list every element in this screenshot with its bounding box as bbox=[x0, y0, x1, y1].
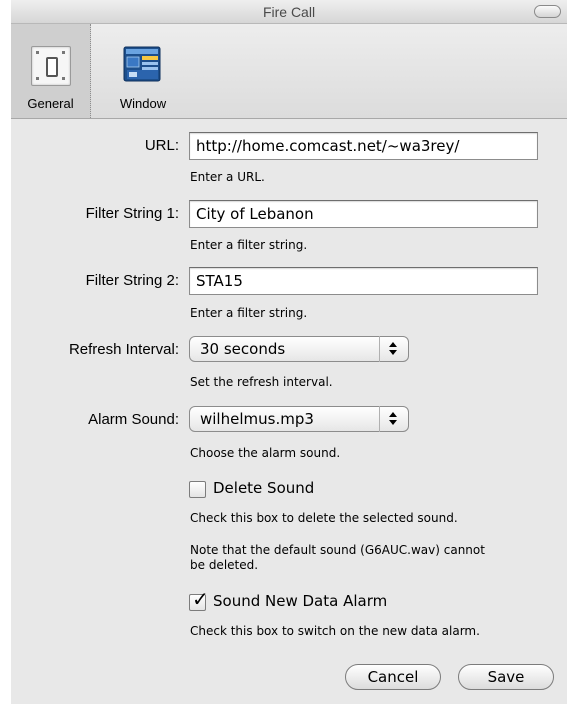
filter-string-2-hint: Enter a filter string. bbox=[190, 306, 308, 320]
url-field[interactable]: http://home.comcast.net/~wa3rey/ bbox=[189, 132, 538, 160]
save-button[interactable]: Save bbox=[458, 664, 554, 690]
popup-arrows-icon bbox=[379, 406, 408, 432]
delete-sound-checkbox-row[interactable]: Delete Sound bbox=[189, 479, 489, 501]
toolbar-item-label: General bbox=[27, 96, 74, 111]
filter-string-2-label: Filter String 2: bbox=[85, 272, 179, 289]
checkmark-icon: ✓ bbox=[192, 587, 209, 611]
refresh-interval-hint: Set the refresh interval. bbox=[190, 375, 333, 389]
cancel-button[interactable]: Cancel bbox=[345, 664, 441, 690]
delete-sound-note-line-2: be deleted. bbox=[190, 558, 259, 572]
toolbar-item-label: Window bbox=[119, 96, 167, 111]
window-title: Fire Call bbox=[262, 4, 316, 20]
filter-string-2-field[interactable]: STA15 bbox=[189, 267, 538, 295]
toolbar-item-general[interactable]: General bbox=[11, 24, 91, 118]
delete-sound-hint: Check this box to delete the selected so… bbox=[190, 511, 458, 525]
new-data-alarm-checkbox-row[interactable]: ✓ Sound New Data Alarm bbox=[189, 589, 509, 614]
refresh-interval-label: Refresh Interval: bbox=[68, 341, 179, 358]
filter-string-1-label: Filter String 1: bbox=[85, 205, 179, 222]
window-icon bbox=[123, 46, 161, 82]
delete-sound-checkbox[interactable] bbox=[189, 481, 206, 498]
toolbar-item-window[interactable]: Window bbox=[103, 24, 183, 118]
new-data-alarm-hint: Check this box to switch on the new data… bbox=[190, 624, 480, 638]
url-hint: Enter a URL. bbox=[190, 170, 265, 184]
delete-sound-note-line-1: Note that the default sound (G6AUC.wav) … bbox=[190, 543, 485, 557]
filter-string-1-field[interactable]: City of Lebanon bbox=[189, 200, 538, 228]
toolbar: General Window bbox=[11, 24, 567, 119]
alarm-sound-hint: Choose the alarm sound. bbox=[190, 446, 341, 460]
new-data-alarm-label[interactable]: Sound New Data Alarm bbox=[213, 592, 387, 610]
toolbar-toggle-button[interactable] bbox=[534, 5, 561, 18]
new-data-alarm-checkbox[interactable]: ✓ bbox=[189, 589, 209, 611]
filter-string-1-hint: Enter a filter string. bbox=[190, 238, 308, 252]
alarm-sound-value: wilhelmus.mp3 bbox=[200, 410, 314, 428]
url-label: URL: bbox=[144, 137, 179, 154]
switch-icon bbox=[31, 46, 71, 86]
alarm-sound-popup[interactable]: wilhelmus.mp3 bbox=[189, 406, 409, 432]
refresh-interval-value: 30 seconds bbox=[200, 340, 286, 358]
preferences-window: Fire Call General Window URL: http://hom… bbox=[11, 0, 567, 704]
popup-arrows-icon bbox=[379, 336, 408, 362]
refresh-interval-popup[interactable]: 30 seconds bbox=[189, 336, 409, 362]
title-bar[interactable]: Fire Call bbox=[11, 0, 567, 24]
delete-sound-label[interactable]: Delete Sound bbox=[213, 479, 314, 497]
alarm-sound-label: Alarm Sound: bbox=[88, 411, 179, 428]
